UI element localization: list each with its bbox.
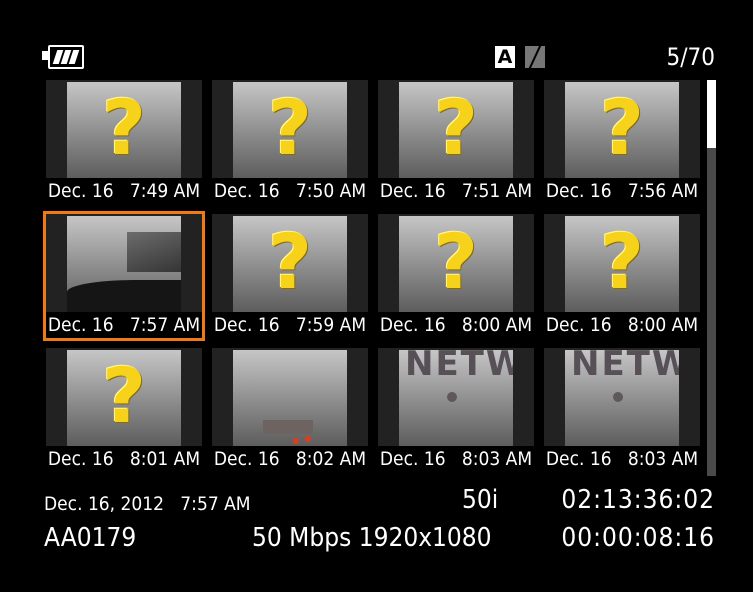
clip-timestamp: Dec. 16 7:50 AM [212, 178, 368, 204]
clip-thumbnail-2[interactable]: ? Dec. 16 7:50 AM [212, 80, 368, 204]
clip-thumbnail-6[interactable]: ? Dec. 16 7:59 AM [212, 214, 368, 338]
thumbnail-grid: ? Dec. 16 7:49 AM ? Dec. 16 7:50 AM ? De… [43, 80, 702, 476]
clip-preview: ? [565, 82, 679, 180]
clip-timestamp: Dec. 16 7:49 AM [46, 178, 202, 204]
unknown-clip-icon: ? [101, 351, 147, 440]
clip-timestamp: Dec. 16 8:02 AM [212, 446, 368, 472]
clip-preview: ? [233, 82, 347, 180]
clip-thumbnail-3[interactable]: ? Dec. 16 7:51 AM [378, 80, 534, 204]
unknown-clip-icon: ? [433, 217, 479, 306]
clip-timestamp: Dec. 16 7:59 AM [212, 312, 368, 338]
clip-preview-sign [565, 350, 679, 448]
mode-b-disabled-icon [525, 46, 545, 68]
clip-timestamp: Dec. 16 7:57 AM [46, 312, 202, 338]
clip-thumbnail-12[interactable]: Dec. 16 8:03 AM [544, 348, 700, 472]
unknown-clip-icon: ? [267, 83, 313, 172]
mode-a-icon: A [495, 46, 515, 68]
clip-preview: ? [399, 82, 513, 180]
clip-timestamp: Dec. 16 8:03 AM [544, 446, 700, 472]
clip-preview: ? [233, 216, 347, 314]
unknown-clip-icon: ? [267, 217, 313, 306]
clip-date-time: Dec. 16, 2012 7:57 AM [44, 493, 251, 515]
unknown-clip-icon: ? [433, 83, 479, 172]
clip-preview: ? [399, 216, 513, 314]
clip-preview-street [233, 350, 347, 448]
clip-preview-sign [399, 350, 513, 448]
clip-thumbnail-1[interactable]: ? Dec. 16 7:49 AM [46, 80, 202, 204]
clip-preview: ? [67, 350, 181, 448]
unknown-clip-icon: ? [101, 83, 147, 172]
clip-timestamp: Dec. 16 7:56 AM [544, 178, 700, 204]
clip-thumbnail-9[interactable]: ? Dec. 16 8:01 AM [46, 348, 202, 472]
clip-thumbnail-4[interactable]: ? Dec. 16 7:56 AM [544, 80, 700, 204]
bitrate-resolution: 50 Mbps 1920x1080 [252, 523, 492, 553]
clip-timestamp: Dec. 16 8:00 AM [544, 312, 700, 338]
clip-thumbnail-11[interactable]: Dec. 16 8:03 AM [378, 348, 534, 472]
clip-timestamp: Dec. 16 8:03 AM [378, 446, 534, 472]
clip-name: AA0179 [44, 523, 137, 553]
clip-counter: 5/70 [666, 43, 715, 71]
unknown-clip-icon: ? [599, 83, 645, 172]
timecode: 02:13:36:02 [561, 485, 715, 515]
scrollbar[interactable] [707, 80, 716, 476]
frame-rate: 50i [462, 485, 499, 515]
clip-thumbnail-10[interactable]: Dec. 16 8:02 AM [212, 348, 368, 472]
clip-thumbnail-5-selected[interactable]: Dec. 16 7:57 AM [43, 211, 205, 341]
clip-timestamp: Dec. 16 8:01 AM [46, 446, 202, 472]
clip-preview: ? [67, 82, 181, 180]
clip-timestamp: Dec. 16 8:00 AM [378, 312, 534, 338]
battery-icon [42, 45, 84, 69]
scrollbar-handle[interactable] [707, 80, 716, 148]
clip-preview-road [67, 216, 181, 314]
clip-timestamp: Dec. 16 7:51 AM [378, 178, 534, 204]
clip-duration: 00:00:08:16 [561, 523, 715, 553]
clip-preview: ? [565, 216, 679, 314]
clip-thumbnail-8[interactable]: ? Dec. 16 8:00 AM [544, 214, 700, 338]
unknown-clip-icon: ? [599, 217, 645, 306]
clip-thumbnail-7[interactable]: ? Dec. 16 8:00 AM [378, 214, 534, 338]
